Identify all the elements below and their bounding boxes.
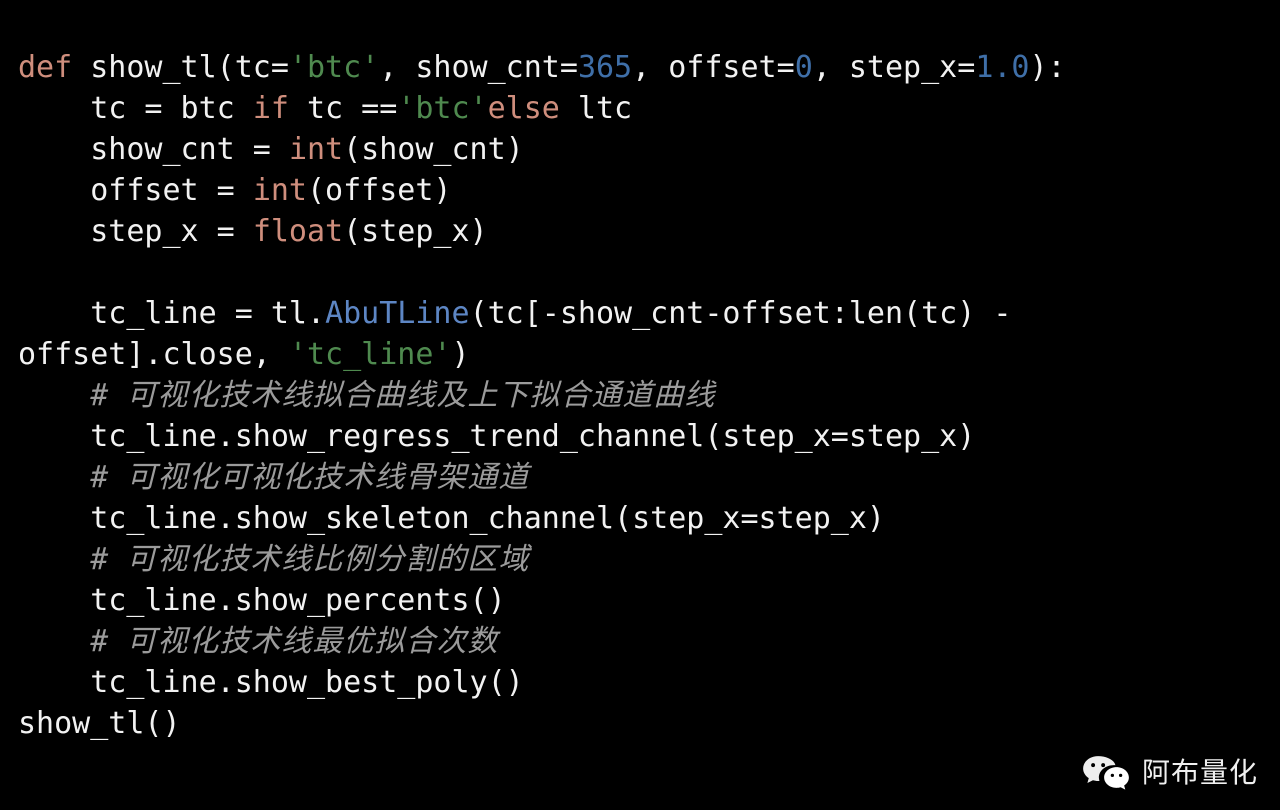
token-plain: tc_line.show_regress_trend_channel(step_… <box>90 419 976 454</box>
token-plain: (step_x) <box>343 214 488 249</box>
token-plain: ltc <box>559 91 633 126</box>
token-num: 1.0 <box>975 50 1030 85</box>
token-str: 'btc' <box>397 91 488 126</box>
token-num: 0 <box>794 50 813 85</box>
watermark: 阿布量化 <box>1082 754 1258 792</box>
token-comment: # 可视化技术线拟合曲线及上下拟合通道曲线 <box>90 378 716 413</box>
token-builtin: int <box>288 132 344 167</box>
token-cls: AbuTLine <box>325 296 470 331</box>
token-plain: tc_line.show_percents() <box>90 583 506 618</box>
code-block: def show_tl(tc='btc', show_cnt=365, offs… <box>18 47 1262 744</box>
line-11-skeleton-call: tc_line.show_skeleton_channel(step_x=ste… <box>18 498 1262 539</box>
token-plain: , show_cnt= <box>379 50 578 85</box>
token-num: 365 <box>577 50 633 85</box>
token-plain: offset = <box>90 173 253 208</box>
token-builtin: int <box>252 173 307 208</box>
line-5-step-x: step_x = float(step_x) <box>18 211 1262 252</box>
token-plain: tc == <box>288 91 398 126</box>
token-str: 'tc_line' <box>288 337 452 372</box>
code-screenshot: def show_tl(tc='btc', show_cnt=365, offs… <box>0 0 1280 810</box>
wechat-icon <box>1082 754 1130 792</box>
token-str: 'btc' <box>288 50 380 85</box>
token-plain: (show_cnt) <box>343 132 524 167</box>
token-comment: # 可视化技术线比例分割的区域 <box>90 542 530 577</box>
token-kw: def <box>18 50 73 85</box>
line-4-offset: offset = int(offset) <box>18 170 1262 211</box>
token-plain: (offset) <box>307 173 452 208</box>
line-16-invoke: show_tl() <box>18 703 1262 744</box>
token-kw: else <box>487 91 560 126</box>
token-plain: tc_line.show_skeleton_channel(step_x=ste… <box>90 501 885 536</box>
token-kw: if <box>252 91 289 126</box>
token-plain: , step_x= <box>812 50 976 85</box>
line-1-def: def show_tl(tc='btc', show_cnt=365, offs… <box>18 47 1262 88</box>
line-13-percents-call: tc_line.show_percents() <box>18 580 1262 621</box>
token-plain: ) <box>451 337 470 372</box>
token-plain: step_x = <box>90 214 253 249</box>
line-12-comment-percents: # 可视化技术线比例分割的区域 <box>18 539 1262 580</box>
token-plain: show_tl() <box>18 706 181 741</box>
token-plain: show_cnt = <box>90 132 289 167</box>
line-6-blank <box>18 252 1262 293</box>
token-comment: # 可视化技术线最优拟合次数 <box>90 624 499 659</box>
line-2-tc-assign: tc = btc if tc =='btc'else ltc <box>18 88 1262 129</box>
line-14-comment-best-poly: # 可视化技术线最优拟合次数 <box>18 621 1262 662</box>
token-plain: tc_line = tl. <box>90 296 326 331</box>
token-builtin: float <box>252 214 344 249</box>
token-plain: , offset= <box>632 50 795 85</box>
token-plain: tc = btc <box>90 91 253 126</box>
line-10-comment-skeleton: # 可视化可视化技术线骨架通道 <box>18 457 1262 498</box>
token-plain: ): <box>1029 50 1066 85</box>
line-7-tc-line: tc_line = tl.AbuTLine(tc[-show_cnt-offse… <box>18 293 1262 375</box>
token-plain: tc_line.show_best_poly() <box>90 665 524 700</box>
line-3-show-cnt: show_cnt = int(show_cnt) <box>18 129 1262 170</box>
line-15-best-poly-call: tc_line.show_best_poly() <box>18 662 1262 703</box>
line-8-comment-regress: # 可视化技术线拟合曲线及上下拟合通道曲线 <box>18 375 1262 416</box>
token-plain: show_tl(tc= <box>72 50 289 85</box>
watermark-text: 阿布量化 <box>1141 756 1258 789</box>
token-comment: # 可视化可视化技术线骨架通道 <box>90 460 530 495</box>
line-9-regress-call: tc_line.show_regress_trend_channel(step_… <box>18 416 1262 457</box>
